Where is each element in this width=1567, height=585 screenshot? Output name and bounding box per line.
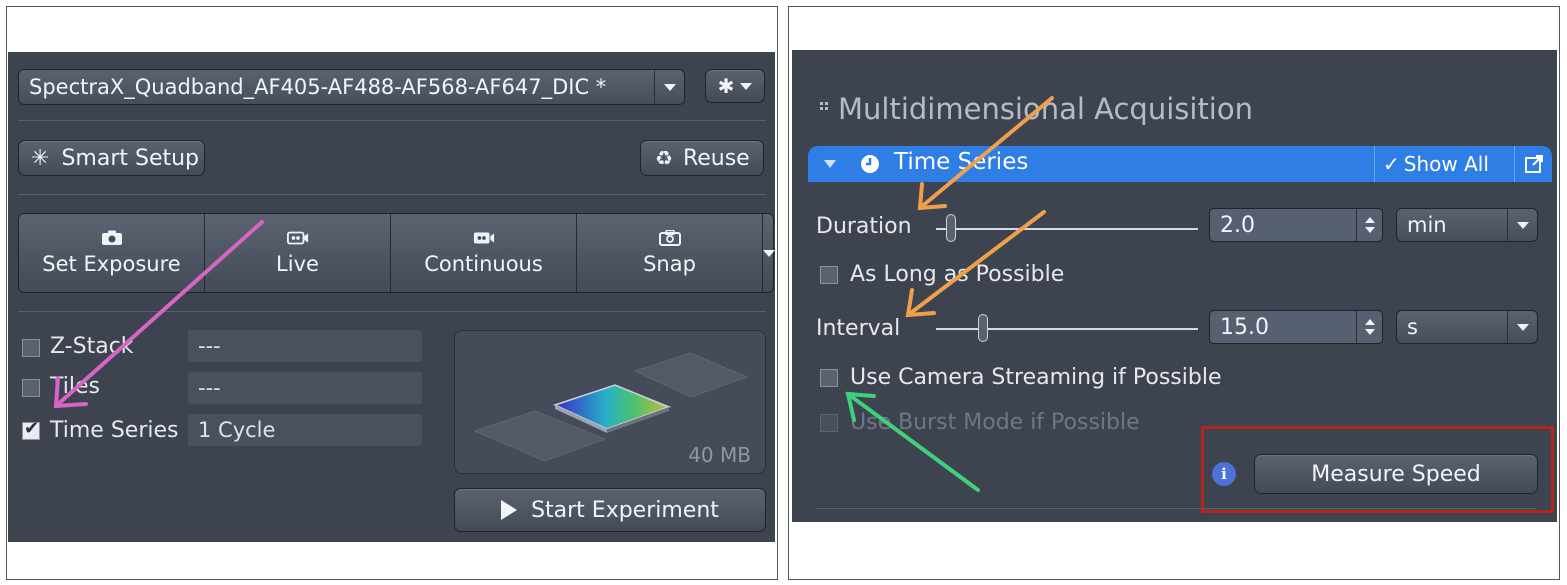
camera-icon [101, 230, 122, 245]
camera-outline-icon [658, 230, 681, 246]
clock-icon [861, 155, 879, 173]
live-button[interactable]: Live [205, 214, 391, 292]
experiment-preview: 40 MB [454, 330, 766, 474]
video-camera-icon [473, 232, 494, 244]
duration-unit: min [1407, 213, 1447, 237]
recycle-icon: ♻ [655, 146, 673, 170]
as-long-as-possible-label: As Long as Possible [850, 262, 1065, 287]
interval-unit: s [1407, 315, 1418, 339]
z-stack-label: Z-Stack [50, 334, 134, 359]
sparkle-icon: ✳ [31, 145, 50, 171]
snap-label: Snap [643, 252, 696, 276]
camera-streaming-label: Use Camera Streaming if Possible [850, 365, 1222, 390]
z-stack-value: --- [188, 330, 422, 362]
time-series-checkbox[interactable] [22, 418, 40, 440]
snap-button[interactable]: Snap [577, 214, 763, 292]
live-label: Live [276, 252, 319, 276]
duration-slider-track[interactable] [936, 228, 1198, 230]
set-exposure-button[interactable]: Set Exposure [19, 214, 205, 292]
burst-mode-label: Use Burst Mode if Possible [850, 410, 1140, 435]
time-series-section-header[interactable]: Time Series ✓ Show All [808, 146, 1552, 182]
interval-unit-select[interactable]: s [1396, 310, 1538, 344]
chevron-down-icon[interactable] [654, 70, 684, 104]
time-series-value: 1 Cycle [188, 414, 422, 446]
camera-streaming-checkbox[interactable] [820, 369, 838, 387]
set-exposure-label: Set Exposure [42, 252, 181, 276]
chevron-down-icon [740, 82, 753, 90]
grip-icon [820, 102, 828, 110]
burst-mode-checkbox [820, 414, 838, 432]
duration-label: Duration [816, 214, 912, 239]
play-icon [501, 500, 518, 520]
chevron-down-icon [763, 249, 775, 257]
collapse-icon[interactable] [824, 160, 836, 168]
start-experiment-button[interactable]: Start Experiment [454, 488, 766, 532]
show-all-toggle[interactable]: ✓ Show All [1374, 146, 1514, 182]
preview-size: 40 MB [688, 443, 751, 467]
video-camera-icon [286, 231, 308, 245]
acquisition-panel: SpectraX_Quadband_AF405-AF488-AF568-AF64… [8, 52, 775, 542]
chevron-down-icon [1507, 209, 1537, 241]
continuous-button[interactable]: Continuous [391, 214, 577, 292]
divider [18, 120, 766, 121]
reuse-button[interactable]: ♻ Reuse [640, 140, 764, 176]
spin-arrows-icon[interactable] [1356, 209, 1382, 241]
reuse-label: Reuse [682, 145, 750, 171]
show-all-label: Show All [1403, 152, 1489, 176]
duration-unit-select[interactable]: min [1396, 208, 1538, 242]
continuous-label: Continuous [424, 252, 543, 276]
tiles-checkbox[interactable] [22, 379, 40, 397]
as-long-as-possible-checkbox[interactable] [820, 266, 838, 284]
highlight-box [1201, 426, 1554, 513]
interval-slider-thumb[interactable] [978, 314, 988, 342]
duration-input[interactable]: 2.0 [1209, 208, 1383, 242]
spin-arrows-icon[interactable] [1356, 311, 1382, 343]
divider [18, 194, 766, 195]
preset-dropdown[interactable]: SpectraX_Quadband_AF405-AF488-AF568-AF64… [18, 69, 685, 105]
duration-slider-thumb[interactable] [946, 214, 956, 242]
section-title: Time Series [894, 149, 1029, 175]
z-stack-checkbox[interactable] [22, 339, 40, 357]
smart-setup-label: Smart Setup [61, 145, 200, 171]
interval-slider-track[interactable] [936, 328, 1198, 330]
interval-input[interactable]: 15.0 [1209, 310, 1383, 344]
panel-title: Multidimensional Acquisition [838, 92, 1253, 126]
chevron-down-icon [1507, 311, 1537, 343]
settings-button[interactable]: ✱ [705, 69, 765, 103]
gear-icon: ✱ [717, 74, 735, 98]
tiles-value: --- [188, 372, 422, 404]
divider [18, 311, 766, 312]
tiles-label: Tiles [50, 374, 100, 399]
pop-out-button[interactable] [1514, 146, 1552, 182]
smart-setup-button[interactable]: ✳ Smart Setup [18, 140, 205, 176]
interval-label: Interval [816, 316, 901, 341]
more-modes-button[interactable] [763, 214, 775, 292]
checkmark-icon: ✓ [1383, 152, 1400, 176]
time-series-label: Time Series [50, 418, 179, 443]
pop-out-icon [1524, 155, 1543, 173]
preset-value: SpectraX_Quadband_AF405-AF488-AF568-AF64… [29, 75, 607, 99]
acquisition-mode-toolbar: Set Exposure Live Continuous Snap [18, 213, 775, 293]
start-experiment-label: Start Experiment [531, 497, 719, 523]
duration-value: 2.0 [1220, 212, 1255, 238]
interval-value: 15.0 [1220, 314, 1269, 340]
